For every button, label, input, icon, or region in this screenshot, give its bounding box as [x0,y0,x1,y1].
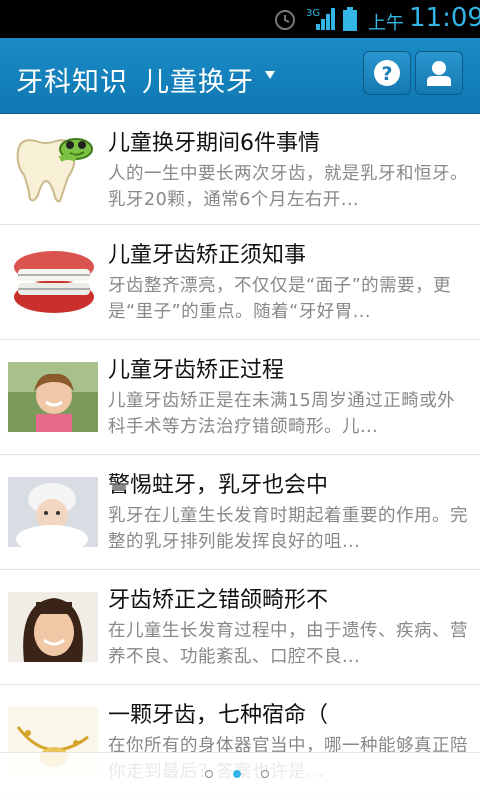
page-dot-active[interactable] [233,770,241,778]
page-dot[interactable] [205,770,213,778]
article-title: 儿童牙齿矫正须知事 [108,243,307,268]
page-dot[interactable] [261,770,269,778]
article-list: 儿童换牙期间6件事情 人的一生中要长两次牙齿，就是乳牙和恒牙。乳牙20颗，通常6… [0,113,480,800]
svg-text:?: ? [381,63,392,85]
app-bar: 牙科知识 儿童换牙 ? [0,38,480,113]
app-title: 牙科知识 [16,67,128,98]
signal-3g-icon: 3G [306,8,335,30]
baby-photo-thumbnail [8,477,98,547]
article-title: 警惕蛀牙，乳牙也会中 [108,473,329,498]
category-selector[interactable]: 儿童换牙 [142,67,254,98]
list-item[interactable]: 儿童牙齿矫正须知事 牙齿整齐漂亮，不仅仅是“面子”的需要，更是“里子”的重点。随… [0,225,480,340]
girl-photo-thumbnail [8,362,98,432]
article-title: 儿童牙齿矫正过程 [108,358,285,383]
child-smile-thumbnail [8,592,98,662]
status-bar: 3G 上午 11:09 [0,0,480,38]
list-item[interactable]: 牙齿矫正之错颌畸形不 在儿童生长发育过程中，由于遗传、疾病、营养不良、功能紊乱、… [0,570,480,685]
list-item[interactable]: 警惕蛀牙，乳牙也会中 乳牙在儿童生长发育时期起着重要的作用。完整的乳牙排列能发挥… [0,455,480,570]
article-summary: 乳牙在儿童生长发育时期起着重要的作用。完整的乳牙排列能发挥良好的咀... [108,506,468,552]
article-summary: 牙齿整齐漂亮，不仅仅是“面子”的需要，更是“里子”的重点。随着“牙好胃... [108,276,452,322]
article-summary: 儿童牙齿矫正是在未满15周岁通过正畸或外科手术等方法治疗错颌畸形。儿... [108,391,456,437]
list-item[interactable]: 儿童换牙期间6件事情 人的一生中要长两次牙齿，就是乳牙和恒牙。乳牙20颗，通常6… [0,113,480,225]
battery-icon [343,7,357,31]
alarm-icon [275,10,295,30]
svg-text:3G: 3G [306,8,320,19]
page-indicator [0,752,480,801]
status-ampm: 上午 [368,13,404,34]
article-summary: 在儿童生长发育过程中，由于遗传、疾病、营养不良、功能紊乱、口腔不良... [108,621,468,667]
tooth-cartoon-thumbnail [10,133,98,205]
question-icon: ? [374,60,400,86]
caret-down-icon[interactable] [265,71,275,79]
list-item[interactable]: 儿童牙齿矫正过程 儿童牙齿矫正是在未满15周岁通过正畸或外科手术等方法治疗错颌畸… [0,340,480,455]
app-title-dropdown[interactable]: 牙科知识 儿童换牙 [16,60,254,99]
profile-button[interactable] [415,51,463,95]
help-button[interactable]: ? [363,51,411,95]
status-time: 11:09 [409,3,480,33]
article-title: 一颗牙齿，七种宿命（ [108,703,329,728]
article-title: 儿童换牙期间6件事情 [108,131,320,156]
article-title: 牙齿矫正之错颌畸形不 [108,588,329,613]
article-summary: 人的一生中要长两次牙齿，就是乳牙和恒牙。乳牙20颗，通常6个月左右开... [108,164,468,210]
user-icon [427,61,451,86]
braces-thumbnail [10,247,98,319]
